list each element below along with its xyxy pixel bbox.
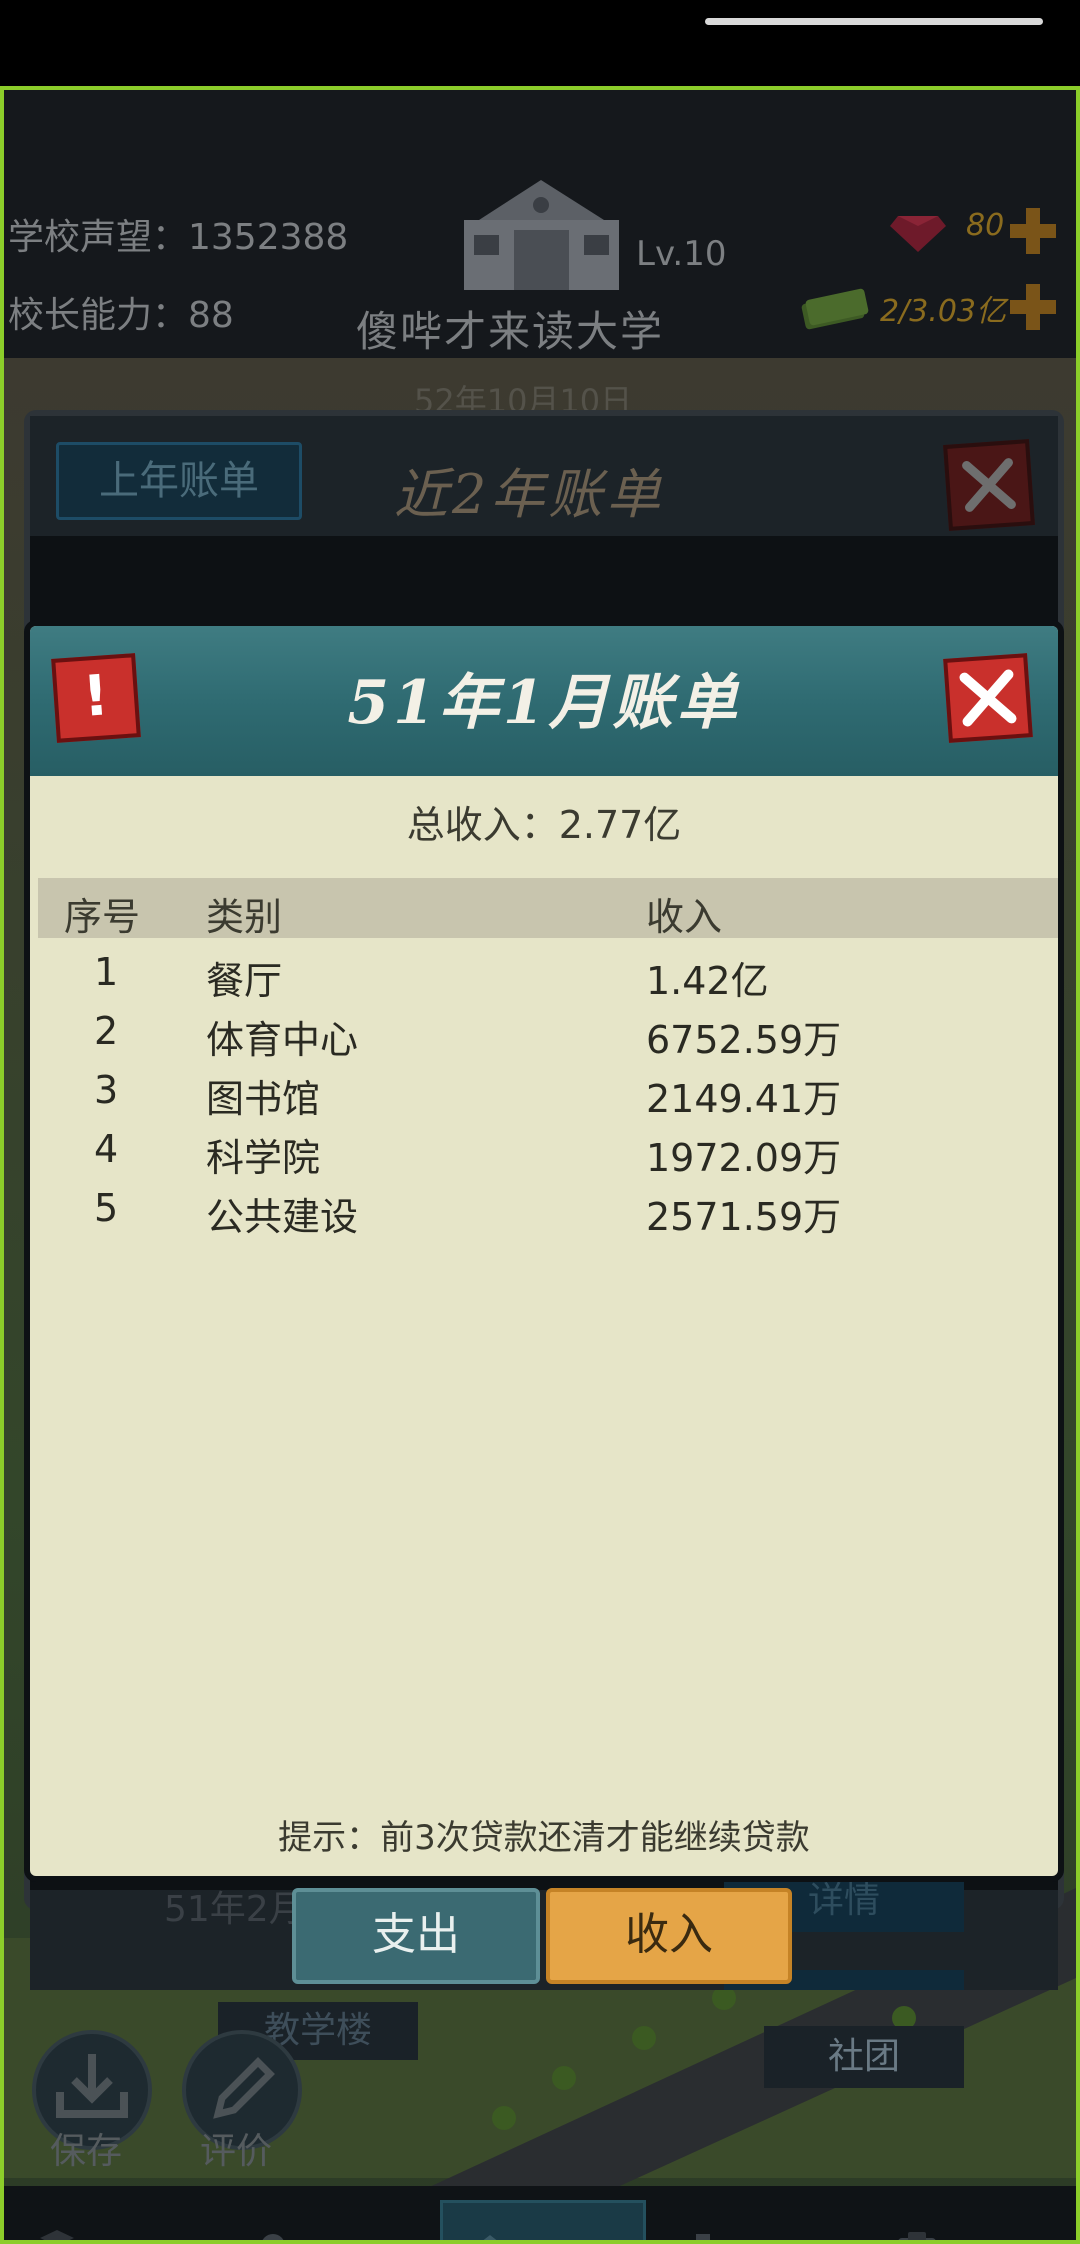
alert-icon[interactable]: ! xyxy=(51,653,141,743)
header-income: 收入 xyxy=(646,895,723,939)
row-category: 餐厅 xyxy=(206,959,283,1003)
row-income: 2571.59万 xyxy=(646,1195,842,1239)
table-row: 4 科学院 1972.09万 xyxy=(30,1123,1058,1183)
row-income: 1.42亿 xyxy=(646,959,769,1003)
teacher-icon xyxy=(262,2234,284,2240)
row-number: 2 xyxy=(94,1009,119,1053)
flask-icon xyxy=(696,2234,710,2240)
total-income: 总收入：2.77亿 xyxy=(406,803,682,847)
row-number: 1 xyxy=(94,950,119,994)
table-row: 2 体育中心 6752.59万 xyxy=(30,1005,1058,1065)
close-icon xyxy=(962,458,1016,512)
prev-year-bill-button[interactable]: 上年账单 xyxy=(56,442,302,520)
student-icon xyxy=(40,2230,74,2240)
add-money-plus-icon[interactable] xyxy=(1008,282,1058,332)
table-row: 1 餐厅 1.42亿 xyxy=(30,946,1058,1006)
ability-text: 校长能力：88 xyxy=(8,295,234,336)
nav-research-label: 科研 xyxy=(734,2230,830,2240)
nav-logistics[interactable]: 后勤 xyxy=(872,2200,1068,2240)
gem-count: 80 xyxy=(966,208,1005,243)
row-category: 公共建设 xyxy=(206,1195,359,1239)
income-tab[interactable]: 收入 xyxy=(546,1888,792,1984)
table-header xyxy=(38,878,1058,938)
row-category: 图书馆 xyxy=(206,1077,321,1121)
row-number: 3 xyxy=(94,1068,119,1112)
gem-icon xyxy=(890,216,946,252)
nav-logistics-label: 后勤 xyxy=(948,2230,1044,2240)
close-button[interactable] xyxy=(943,653,1033,743)
table-row: 3 图书馆 2149.41万 xyxy=(30,1064,1058,1124)
table-row: 5 公共建设 2571.59万 xyxy=(30,1182,1058,1242)
row-income: 1972.09万 xyxy=(646,1136,842,1180)
nav-teachers[interactable]: 教师 xyxy=(226,2200,424,2240)
club-label[interactable]: 社团 xyxy=(764,2026,964,2088)
close-icon xyxy=(959,669,1017,727)
bill-row-month: 51年2月 xyxy=(164,1889,305,1930)
school-name: 傻哔才来读大学 xyxy=(356,307,665,356)
expense-tab[interactable]: 支出 xyxy=(292,1888,540,1984)
nav-teachers-label: 教师 xyxy=(306,2230,402,2240)
row-number: 5 xyxy=(94,1186,119,1230)
money-count: 2/3.03亿 xyxy=(880,294,1006,329)
loan-tip: 提示：前3次贷款还清才能继续贷款 xyxy=(278,1818,810,1858)
row-number: 4 xyxy=(94,1127,119,1171)
row-income: 2149.41万 xyxy=(646,1077,842,1121)
save-label: 保存 xyxy=(50,2131,123,2172)
school-level: Lv.10 xyxy=(636,234,727,274)
prestige-text: 学校声望：1352388 xyxy=(8,217,349,258)
gesture-handle xyxy=(705,18,1043,25)
nav-students-label: 学生 xyxy=(90,2230,186,2240)
nav-research[interactable]: 科研 xyxy=(660,2200,856,2240)
row-category: 体育中心 xyxy=(206,1018,359,1062)
add-gems-plus-icon[interactable] xyxy=(1008,206,1058,256)
nav-school-label: 学校 xyxy=(523,2233,619,2240)
outer-panel-title: 近2年账单 xyxy=(394,463,665,526)
header-number: 序号 xyxy=(64,895,141,939)
row-category: 科学院 xyxy=(206,1136,321,1180)
monthly-bill-dialog: 51年1月账单 ! 总收入：2.77亿 序号 类别 收入 1 餐厅 1.42亿 … xyxy=(30,626,1058,1876)
dialog-title: 51年1月账单 xyxy=(347,668,741,738)
nav-school[interactable]: 学校 xyxy=(440,2200,646,2240)
clipboard-icon xyxy=(898,2232,936,2240)
nav-students[interactable]: 学生 xyxy=(26,2200,216,2240)
school-icon xyxy=(483,2235,497,2240)
game-frame: 学校声望：1352388 校长能力：88 Lv.10 傻哔才来读大学 80 2/… xyxy=(0,86,1080,2244)
status-bar xyxy=(0,0,1080,86)
money-icon xyxy=(801,288,869,330)
row-income: 6752.59万 xyxy=(646,1018,842,1062)
school-building-icon xyxy=(464,180,619,290)
header-category: 类别 xyxy=(206,895,283,939)
rate-label: 评价 xyxy=(200,2131,273,2172)
outer-close-button[interactable] xyxy=(943,439,1035,531)
